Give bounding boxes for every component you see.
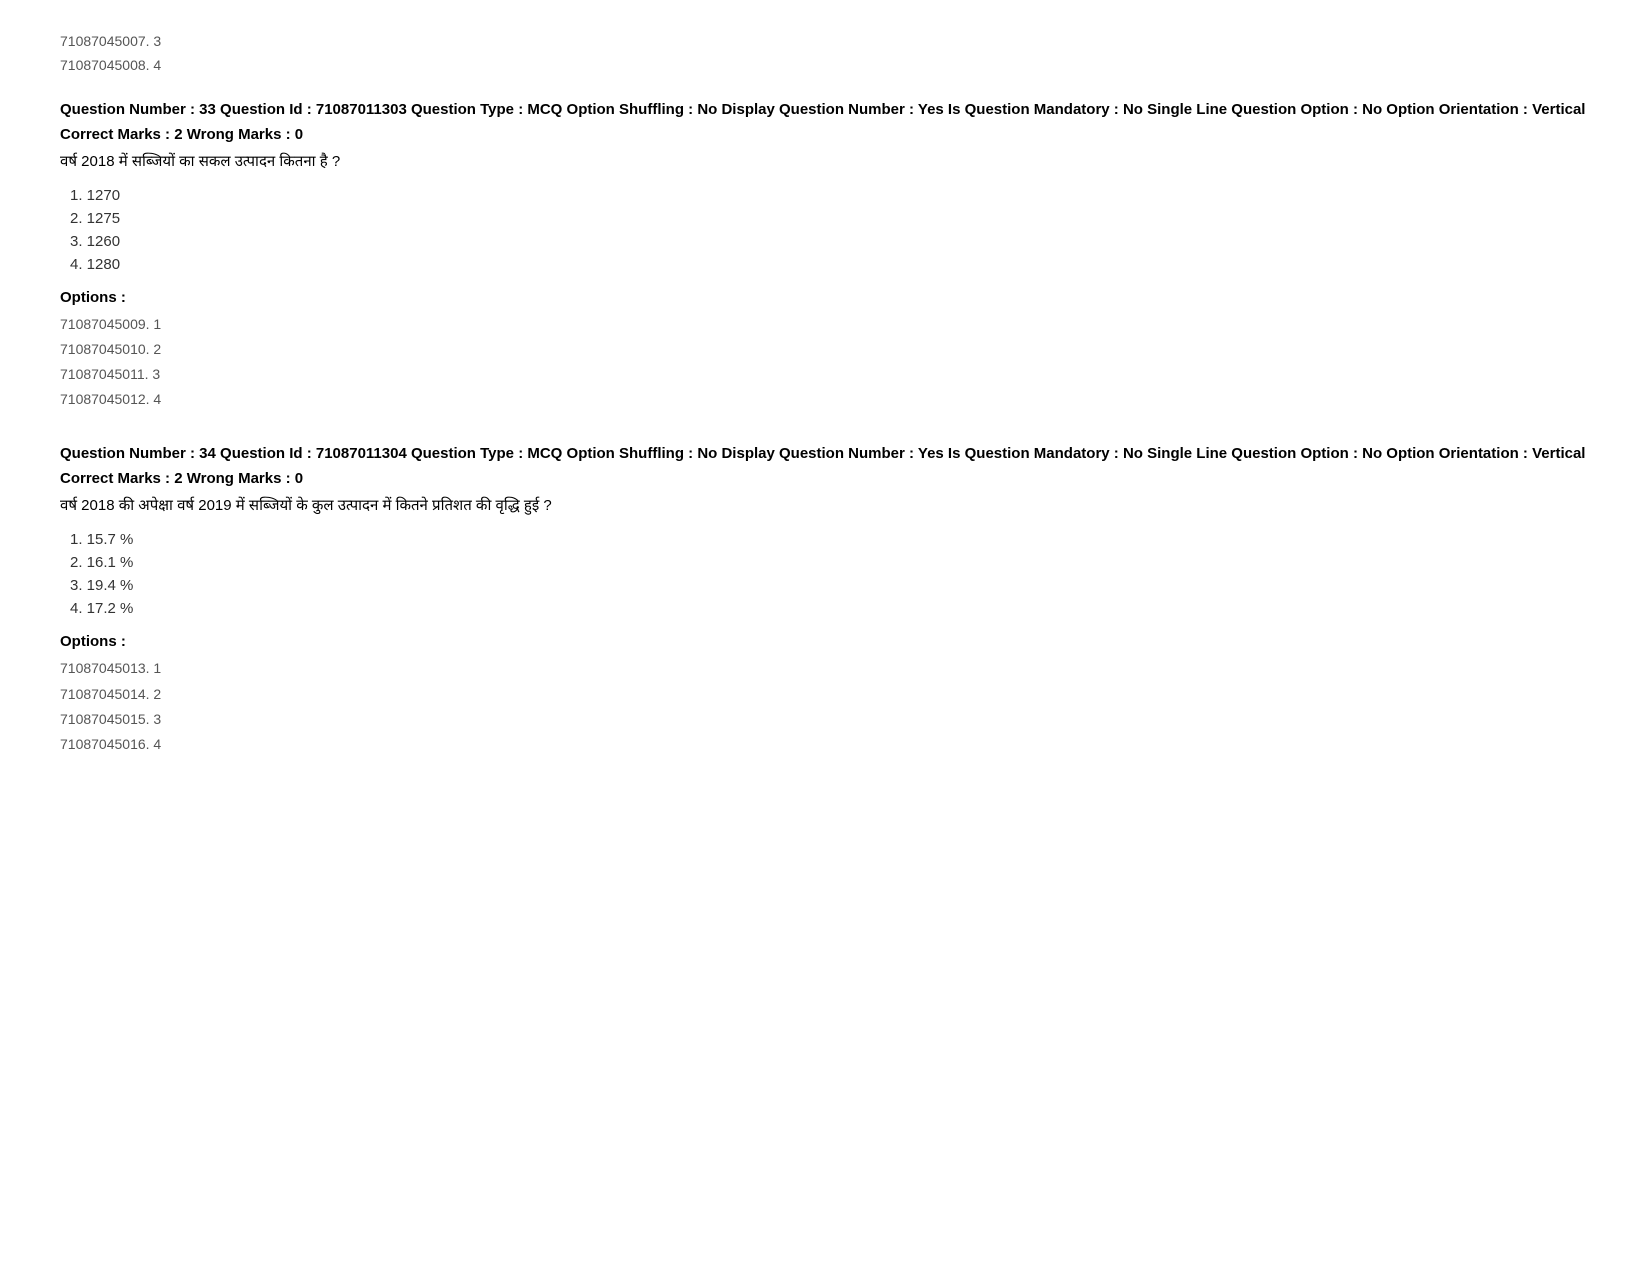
option-33-2: 2. 1275 [70, 210, 1590, 227]
question-34-meta: Question Number : 34 Question Id : 71087… [60, 442, 1590, 466]
top-id-1: 71087045007. 3 [60, 30, 1590, 54]
question-34-text: वर्ष 2018 की अपेक्षा वर्ष 2019 में सब्जि… [60, 495, 1590, 515]
option-id-33-2: 71087045010. 2 [60, 337, 1590, 362]
option-34-4: 4. 17.2 % [70, 600, 1590, 617]
question-34-options-label: Options : [60, 633, 1590, 650]
option-id-34-4: 71087045016. 4 [60, 732, 1590, 757]
question-33-option-ids: 71087045009. 1 71087045010. 2 7108704501… [60, 312, 1590, 413]
option-id-33-4: 71087045012. 4 [60, 387, 1590, 412]
question-33-options: 1. 1270 2. 1275 3. 1260 4. 1280 [60, 187, 1590, 273]
option-id-34-2: 71087045014. 2 [60, 682, 1590, 707]
question-33-text: वर्ष 2018 में सब्जियों का सकल उत्पादन कि… [60, 151, 1590, 171]
question-33-meta: Question Number : 33 Question Id : 71087… [60, 98, 1590, 122]
question-33-marks: Correct Marks : 2 Wrong Marks : 0 [60, 126, 1590, 143]
option-id-33-1: 71087045009. 1 [60, 312, 1590, 337]
top-ids-section: 71087045007. 3 71087045008. 4 [60, 30, 1590, 78]
question-34-option-ids: 71087045013. 1 71087045014. 2 7108704501… [60, 656, 1590, 757]
option-33-3: 3. 1260 [70, 233, 1590, 250]
option-34-1: 1. 15.7 % [70, 531, 1590, 548]
question-33-block: Question Number : 33 Question Id : 71087… [60, 98, 1590, 413]
option-34-2: 2. 16.1 % [70, 554, 1590, 571]
question-34-options: 1. 15.7 % 2. 16.1 % 3. 19.4 % 4. 17.2 % [60, 531, 1590, 617]
option-id-33-3: 71087045011. 3 [60, 362, 1590, 387]
option-33-1: 1. 1270 [70, 187, 1590, 204]
option-33-4: 4. 1280 [70, 256, 1590, 273]
question-34-block: Question Number : 34 Question Id : 71087… [60, 442, 1590, 757]
option-34-3: 3. 19.4 % [70, 577, 1590, 594]
option-id-34-3: 71087045015. 3 [60, 707, 1590, 732]
question-33-options-label: Options : [60, 289, 1590, 306]
top-id-2: 71087045008. 4 [60, 54, 1590, 78]
option-id-34-1: 71087045013. 1 [60, 656, 1590, 681]
question-34-marks: Correct Marks : 2 Wrong Marks : 0 [60, 470, 1590, 487]
